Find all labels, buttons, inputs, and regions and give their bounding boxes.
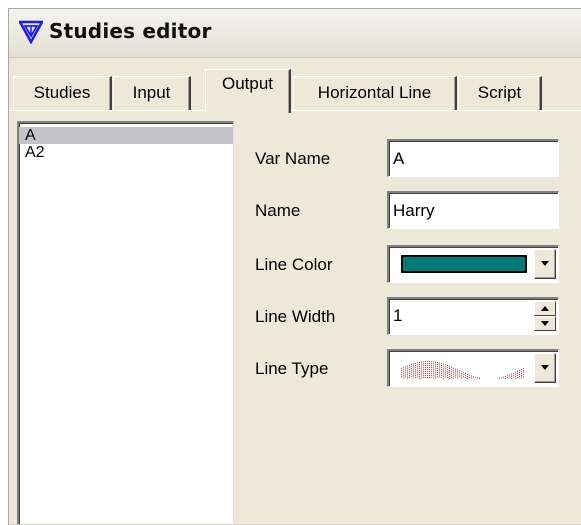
title-bar[interactable]: Studies editor [9,9,581,58]
tab-studies[interactable]: Studies [13,76,112,110]
list-item[interactable]: A [19,127,233,144]
var-name-label: Var Name [255,149,331,168]
arrow-down-icon [541,321,549,326]
tab-strip: Studies Input Output Horizontal Line Scr… [9,57,581,113]
window-title: Studies editor [49,19,212,43]
line-width-input[interactable] [389,299,537,332]
chevron-down-icon [541,365,549,370]
chevron-down-icon [541,261,549,266]
tab-output[interactable]: Output [205,69,291,113]
tab-horizontal-line[interactable]: Horizontal Line [293,76,457,110]
line-type-label: Line Type [255,359,329,378]
var-name-field[interactable] [387,139,559,177]
name-label: Name [255,201,301,220]
studies-editor-window: Studies editor Studies Input Output Hori… [8,8,581,525]
line-type-select[interactable] [387,349,559,387]
line-color-label: Line Color [255,255,333,274]
tab-input[interactable]: Input [113,76,191,110]
tab-script[interactable]: Script [458,76,542,110]
increment-button[interactable] [534,301,556,316]
line-type-dropdown-button[interactable] [534,353,556,383]
line-color-picker[interactable] [387,245,559,283]
line-color-swatch [401,255,527,273]
tab-divider [9,110,581,111]
line-width-spin-buttons [534,301,556,331]
decrement-button[interactable] [534,316,556,331]
outputs-listbox[interactable]: A A2 [17,121,234,525]
list-item[interactable]: A2 [19,144,233,161]
line-width-label: Line Width [255,307,336,326]
name-field[interactable] [387,191,559,229]
arrow-up-icon [541,306,549,311]
line-width-stepper[interactable] [387,297,559,335]
triangle-logo-icon [19,20,43,44]
dotted-wave-icon [401,361,524,379]
line-color-dropdown-button[interactable] [534,249,556,279]
